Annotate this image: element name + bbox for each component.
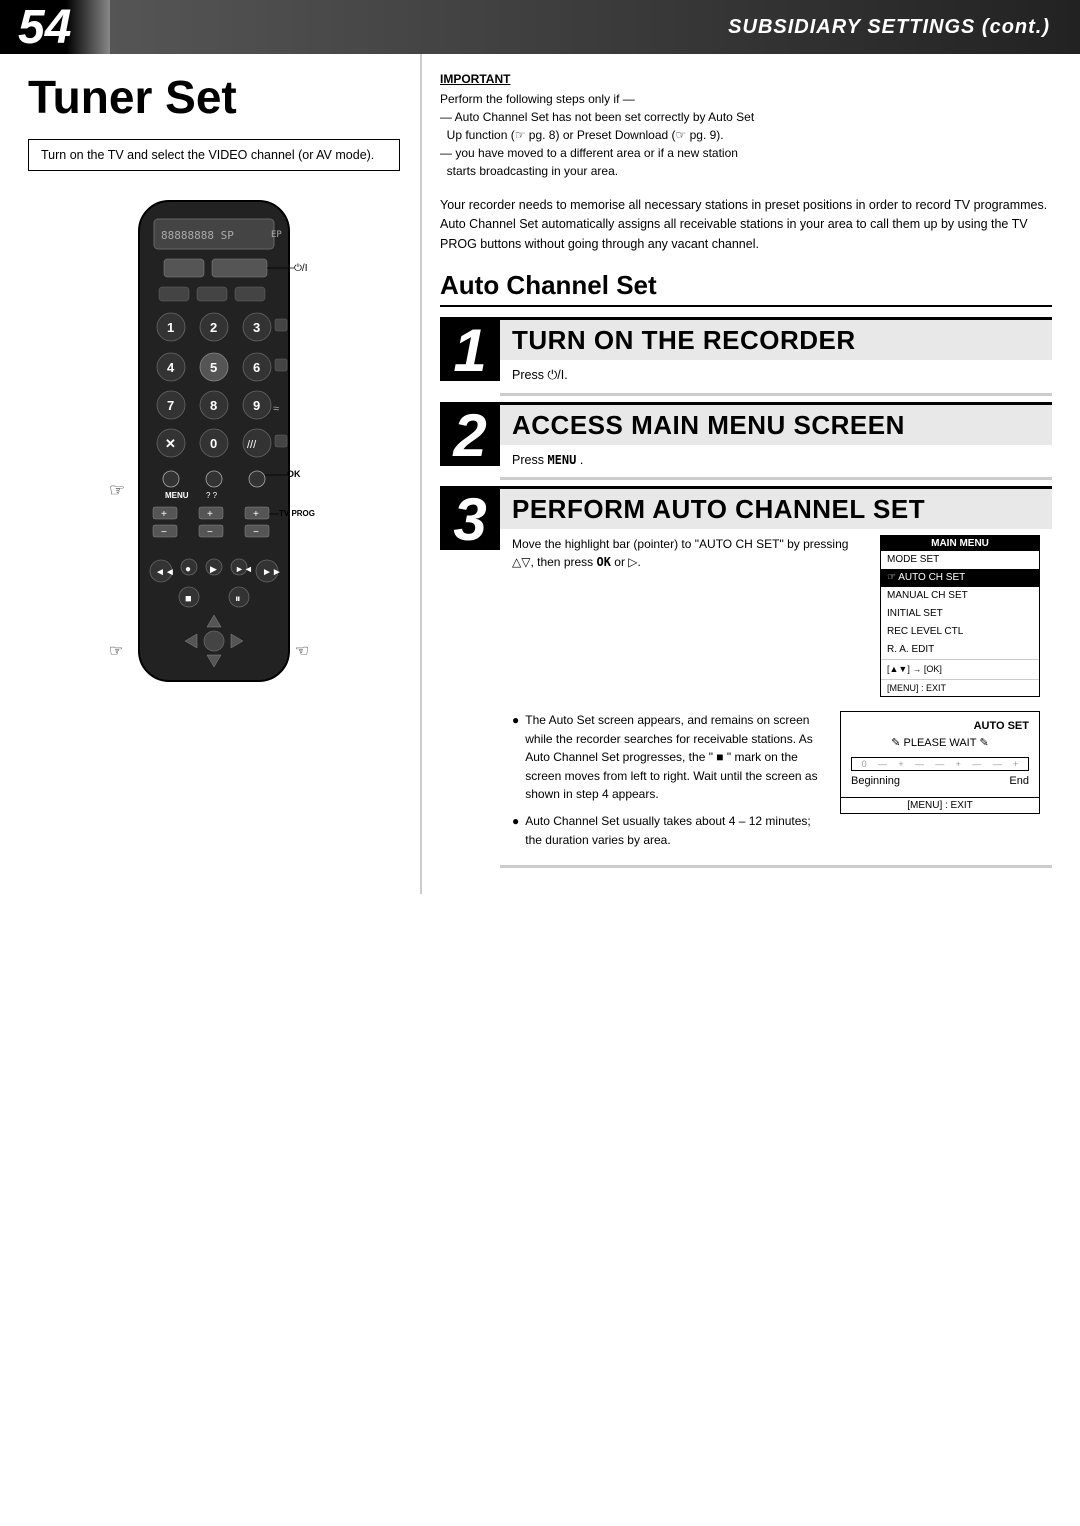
svg-text:6: 6 [253,360,260,375]
svg-text:2: 2 [210,320,217,335]
svg-text:►►: ►► [262,567,282,578]
step-2-instruction: Press MENU . [500,445,1052,478]
auto-set-box: AUTO SET ✎ PLEASE WAIT ✎ 0—+——+——+ [840,711,1040,814]
svg-text:? ?: ? ? [206,491,218,500]
svg-text:−: − [253,527,259,538]
menu-exit-row: [MENU] : EXIT [881,679,1039,696]
svg-text:EP: EP [271,230,282,240]
svg-text:☞: ☞ [295,643,309,660]
svg-text:+: + [161,509,167,520]
step-3: 3 PERFORM AUTO CHANNEL SET Move the high… [440,486,1052,868]
menu-row-rec-level: REC LEVEL CTL [881,623,1039,641]
svg-text:►◄: ►◄ [235,564,253,574]
menu-screen-title: MAIN MENU [881,536,1039,551]
step-3-content: PERFORM AUTO CHANNEL SET Move the highli… [500,486,1052,868]
menu-row-initial-set: INITIAL SET [881,605,1039,623]
svg-text:⏸: ⏸ [235,593,241,605]
important-label: IMPORTANT [440,72,1052,86]
bottom-left: ● The Auto Set screen appears, and remai… [512,711,826,857]
bullet-1: ● The Auto Set screen appears, and remai… [512,711,826,804]
step-3-number: 3 [440,486,500,550]
step-3-inner: Move the highlight bar (pointer) to "AUT… [500,529,1052,705]
chapter-title: SUBSIDIARY SETTINGS (cont.) [110,0,1080,54]
step-1: 1 TURN ON THE RECORDER Press ⏻/I. [440,317,1052,396]
auto-set-menu-exit: [MENU] : EXIT [841,797,1039,813]
main-content: Tuner Set Turn on the TV and select the … [0,54,1080,894]
bullet-dot-2: ● [512,812,519,849]
step-1-instruction: Press ⏻/I. [500,360,1052,393]
beginning-label: Beginning [851,775,900,787]
step-2: 2 ACCESS MAIN MENU SCREEN Press MENU . [440,402,1052,481]
step-3-container: 3 PERFORM AUTO CHANNEL SET Move the high… [440,486,1052,868]
svg-text:▶: ▶ [210,564,217,574]
step-3-text: Move the highlight bar (pointer) to "AUT… [512,535,870,571]
svg-text:MENU: MENU [165,491,189,500]
right-column: IMPORTANT Perform the following steps on… [420,54,1080,894]
bullet-2-text: Auto Channel Set usually takes about 4 –… [525,812,826,849]
svg-text:TV PROG: TV PROG [279,509,315,518]
svg-text:☞: ☞ [109,643,123,660]
svg-text:4: 4 [167,360,175,375]
svg-text:OK: OK [287,469,301,479]
remote-svg: 88888888 SP EP ⏻/I 1 2 3 [109,191,319,711]
remote-illustration: 88888888 SP EP ⏻/I 1 2 3 [28,191,400,711]
progress-bar: 0—+——+——+ [851,757,1029,771]
svg-text:88888888 SP: 88888888 SP [161,229,234,242]
step-2-number: 2 [440,402,500,466]
svg-text:☞: ☞ [109,480,125,500]
important-text: Perform the following steps only if — — … [440,90,1052,180]
section-title: Tuner Set [28,72,400,123]
svg-text:5: 5 [210,360,217,375]
menu-screen-mockup: MAIN MENU MODE SET ☞ AUTO CH SET MANUAL … [880,535,1040,697]
svg-text:●: ● [185,564,191,575]
step-2-content: ACCESS MAIN MENU SCREEN Press MENU . [500,402,1052,481]
svg-text:+: + [207,509,213,520]
auto-set-mockup-container: AUTO SET ✎ PLEASE WAIT ✎ 0—+——+——+ [840,711,1040,814]
svg-text:≈: ≈ [273,403,279,415]
important-box: IMPORTANT Perform the following steps on… [440,72,1052,180]
svg-text:+: + [253,509,259,520]
svg-text:7: 7 [167,398,174,413]
svg-text:⏻/I: ⏻/I [294,263,307,274]
svg-text:0: 0 [210,436,217,451]
auto-channel-heading: Auto Channel Set [440,270,1052,307]
svg-text:JVC: JVC [191,680,230,702]
auto-set-please-wait: ✎ PLEASE WAIT ✎ [851,736,1029,749]
step-2-container: 2 ACCESS MAIN MENU SCREEN Press MENU . [440,402,1052,481]
auto-set-title: AUTO SET [851,720,1029,732]
page-header: 54 SUBSIDIARY SETTINGS (cont.) [0,0,1080,54]
auto-set-inner: AUTO SET ✎ PLEASE WAIT ✎ 0—+——+——+ [841,712,1039,795]
bullet-1-text: The Auto Set screen appears, and remains… [525,711,826,804]
page-number: 54 [0,0,110,54]
step-1-number: 1 [440,317,500,381]
svg-text:✕: ✕ [165,436,176,451]
svg-text:9: 9 [253,398,260,413]
menu-arrow-row: [▲▼] → [OK] [881,659,1039,678]
svg-text:■: ■ [185,593,192,605]
body-text: Your recorder needs to memorise all nece… [440,196,1052,254]
menu-row-auto-ch-set: ☞ AUTO CH SET [881,569,1039,587]
step-1-container: 1 TURN ON THE RECORDER Press ⏻/I. [440,317,1052,396]
svg-text:◄◄: ◄◄ [155,567,175,578]
bottom-section: ● The Auto Set screen appears, and remai… [500,705,1052,865]
menu-row-manual-ch-set: MANUAL CH SET [881,587,1039,605]
intro-box: Turn on the TV and select the VIDEO chan… [28,139,400,171]
beginning-end-labels: Beginning End [851,775,1029,787]
step-1-content: TURN ON THE RECORDER Press ⏻/I. [500,317,1052,396]
bullet-dot-1: ● [512,711,519,804]
menu-row-mode-set: MODE SET [881,551,1039,569]
step-1-title: TURN ON THE RECORDER [500,320,1052,360]
svg-text:///: /// [247,439,257,451]
step-3-title: PERFORM AUTO CHANNEL SET [500,489,1052,529]
left-column: Tuner Set Turn on the TV and select the … [0,54,420,894]
svg-text:1: 1 [167,320,174,335]
step-2-title: ACCESS MAIN MENU SCREEN [500,405,1052,445]
svg-text:−: − [207,527,213,538]
svg-text:8: 8 [210,398,217,413]
svg-text:3: 3 [253,320,260,335]
menu-row-ra-edit: R. A. EDIT [881,641,1039,659]
svg-text:−: − [161,527,167,538]
end-label: End [1009,775,1029,787]
bullet-2: ● Auto Channel Set usually takes about 4… [512,812,826,849]
